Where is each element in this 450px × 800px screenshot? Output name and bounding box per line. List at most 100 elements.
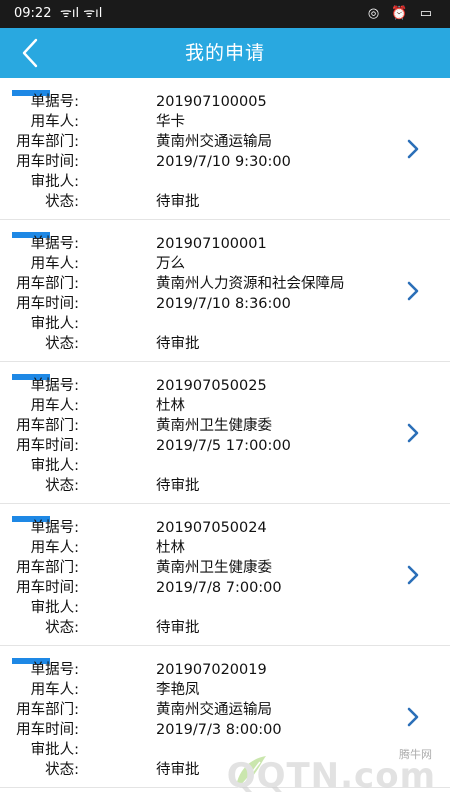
field-value: 黄南州交通运输局 — [156, 702, 272, 718]
status-bar: 09:22 ᯤıl ᯤıl ◎ ⏰ ▭ — [0, 0, 450, 28]
field-label: 单据号: — [30, 662, 79, 678]
field-value: 华卡 — [156, 114, 185, 130]
signal-icons: ᯤıl ᯤıl — [60, 6, 103, 21]
field-user: 用车人: 杜林 — [0, 396, 400, 416]
field-status: 状态: 待审批 — [0, 334, 400, 354]
field-label: 用车时间: — [16, 296, 79, 312]
field-value: 201907100005 — [156, 94, 267, 110]
field-label: 用车部门: — [16, 276, 79, 292]
field-time: 用车时间: 2019/7/10 8:36:00 — [0, 294, 400, 314]
field-value: 李艳凤 — [156, 682, 200, 698]
field-label: 单据号: — [30, 520, 79, 536]
field-value: 2019/7/8 7:00:00 — [156, 580, 282, 596]
field-doc-no: 单据号: 201907100001 — [0, 234, 400, 254]
field-label: 单据号: — [30, 236, 79, 252]
field-label: 审批人: — [30, 316, 79, 332]
field-value: 万么 — [156, 256, 185, 272]
chevron-right-icon[interactable] — [406, 280, 420, 302]
field-value: 201907020019 — [156, 662, 267, 678]
watermark: 腾牛网 QQTN.com — [227, 746, 440, 796]
field-label: 状态: — [45, 336, 79, 352]
field-dept: 用车部门: 黄南州卫生健康委 — [0, 416, 400, 436]
field-user: 用车人: 李艳凤 — [0, 680, 400, 700]
field-label: 用车时间: — [16, 722, 79, 738]
chevron-right-icon[interactable] — [406, 706, 420, 728]
field-label: 审批人: — [30, 174, 79, 190]
field-label: 状态: — [45, 194, 79, 210]
field-value: 黄南州卫生健康委 — [156, 560, 272, 576]
field-approver: 审批人: — [0, 172, 400, 192]
field-value: 2019/7/10 8:36:00 — [156, 296, 291, 312]
field-label: 用车人: — [30, 256, 79, 272]
field-doc-no: 单据号: 201907100005 — [0, 92, 400, 112]
field-label: 用车时间: — [16, 580, 79, 596]
field-label: 用车部门: — [16, 702, 79, 718]
chevron-right-icon[interactable] — [406, 564, 420, 586]
field-value: 201907050025 — [156, 378, 267, 394]
field-approver: 审批人: — [0, 598, 400, 618]
field-label: 用车人: — [30, 114, 79, 130]
field-value: 201907050024 — [156, 520, 267, 536]
field-doc-no: 单据号: 201907020019 — [0, 660, 400, 680]
field-label: 用车人: — [30, 398, 79, 414]
field-label: 用车时间: — [16, 154, 79, 170]
field-label: 用车部门: — [16, 560, 79, 576]
field-label: 审批人: — [30, 600, 79, 616]
field-status: 状态: 待审批 — [0, 192, 400, 212]
field-value: 黄南州交通运输局 — [156, 134, 272, 150]
chevron-right-icon[interactable] — [406, 138, 420, 160]
field-value: 201907100001 — [156, 236, 267, 252]
field-label: 单据号: — [30, 378, 79, 394]
page-title: 我的申请 — [184, 42, 265, 64]
field-label: 用车时间: — [16, 438, 79, 454]
field-value: 黄南州人力资源和社会保障局 — [156, 276, 345, 292]
field-value: 待审批 — [156, 478, 200, 494]
status-right-icons: ◎ ⏰ ▭ — [367, 6, 436, 21]
field-status: 状态: 待审批 — [0, 476, 400, 496]
field-dept: 用车部门: 黄南州人力资源和社会保障局 — [0, 274, 400, 294]
application-card[interactable]: 单据号: 201907050024 用车人: 杜林用车部门: 黄南州卫生健康委用车时间:… — [0, 504, 450, 646]
chevron-right-icon[interactable] — [406, 422, 420, 444]
application-card[interactable]: 单据号: 201907100005 用车人: 华卡用车部门: 黄南州交通运输局用车时间:… — [0, 78, 450, 220]
field-label: 审批人: — [30, 742, 79, 758]
application-card[interactable]: 单据号: 201907050025 用车人: 杜林用车部门: 黄南州卫生健康委用车时间:… — [0, 362, 450, 504]
application-list: 单据号: 201907100005 用车人: 华卡 用车部门: 黄南州交通运输局 用车时间:… — [0, 78, 450, 788]
field-label: 用车部门: — [16, 418, 79, 434]
field-value: 杜林 — [156, 540, 185, 556]
field-user: 用车人: 万么 — [0, 254, 400, 274]
field-time: 用车时间: 2019/7/3 8:00:00 — [0, 720, 400, 740]
application-card[interactable]: 单据号: 201907100001 用车人: 万么用车部门: 黄南州人力资源和社会保障局… — [0, 220, 450, 362]
field-value: 待审批 — [156, 336, 200, 352]
field-label: 用车人: — [30, 540, 79, 556]
field-label: 用车部门: — [16, 134, 79, 150]
status-time: 09:22 — [14, 6, 52, 21]
field-label: 状态: — [45, 762, 79, 778]
field-label: 状态: — [45, 620, 79, 636]
field-value: 待审批 — [156, 194, 200, 210]
field-user: 用车人: 华卡 — [0, 112, 400, 132]
field-time: 用车时间: 2019/7/10 9:30:00 — [0, 152, 400, 172]
field-dept: 用车部门: 黄南州交通运输局 — [0, 132, 400, 152]
field-value: 黄南州卫生健康委 — [156, 418, 272, 434]
field-dept: 用车部门: 黄南州卫生健康委 — [0, 558, 400, 578]
field-label: 状态: — [45, 478, 79, 494]
field-doc-no: 单据号: 201907050024 — [0, 518, 400, 538]
field-user: 用车人: 杜林 — [0, 538, 400, 558]
field-time: 用车时间: 2019/7/8 7:00:00 — [0, 578, 400, 598]
field-status: 状态: 待审批 — [0, 618, 400, 638]
field-label: 用车人: — [30, 682, 79, 698]
field-time: 用车时间: 2019/7/5 17:00:00 — [0, 436, 400, 456]
field-doc-no: 单据号: 201907050025 — [0, 376, 400, 396]
field-value: 2019/7/3 8:00:00 — [156, 722, 282, 738]
field-label: 审批人: — [30, 458, 79, 474]
field-value: 待审批 — [156, 762, 200, 778]
field-value: 2019/7/10 9:30:00 — [156, 154, 291, 170]
field-value: 杜林 — [156, 398, 185, 414]
field-value: 2019/7/5 17:00:00 — [156, 438, 291, 454]
header: 我的申请 — [0, 28, 450, 78]
field-dept: 用车部门: 黄南州交通运输局 — [0, 700, 400, 720]
field-label: 单据号: — [30, 94, 79, 110]
field-approver: 审批人: — [0, 314, 400, 334]
field-value: 待审批 — [156, 620, 200, 636]
field-approver: 审批人: — [0, 456, 400, 476]
